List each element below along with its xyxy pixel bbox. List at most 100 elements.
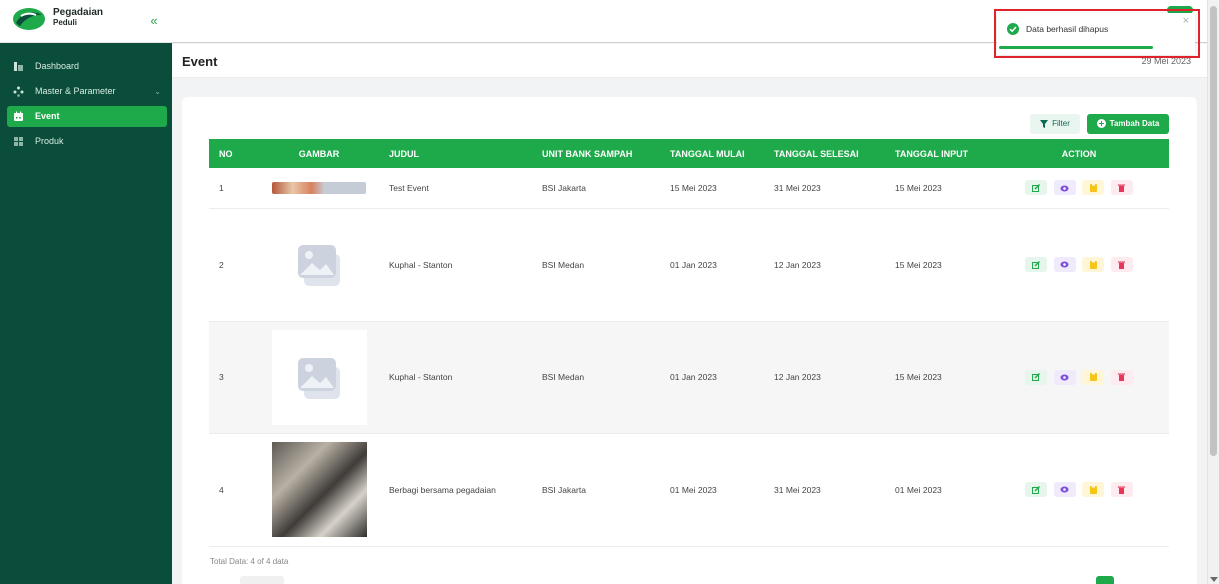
eye-icon bbox=[1060, 486, 1069, 493]
sidebar-item-label: Dashboard bbox=[35, 61, 80, 71]
view-button[interactable] bbox=[1053, 257, 1076, 272]
sidebar-item-dashboard[interactable]: Dashboard bbox=[7, 56, 167, 77]
page-title: Event bbox=[182, 54, 218, 69]
cell-tanggal-selesai: 31 Mei 2023 bbox=[766, 168, 887, 209]
eye-icon bbox=[1060, 261, 1069, 268]
cell-tanggal-mulai: 01 Mei 2023 bbox=[662, 433, 766, 547]
trash-icon bbox=[1118, 373, 1126, 382]
filter-button[interactable]: Filter bbox=[1030, 114, 1080, 134]
table-header-row: NO GAMBAR JUDUL UNIT BANK SAMPAH TANGGAL… bbox=[209, 139, 1169, 168]
column-header-judul[interactable]: JUDUL bbox=[381, 139, 534, 168]
chart-bar-icon bbox=[14, 62, 23, 71]
trash-icon bbox=[1118, 261, 1126, 269]
column-header-tanggal-input[interactable]: TANGGAL INPUT bbox=[887, 139, 989, 168]
cell-unit: BSI Medan bbox=[534, 321, 662, 434]
copy-button[interactable] bbox=[1082, 482, 1105, 497]
cell-judul: Kuphal - Stanton bbox=[381, 208, 534, 322]
cell-no: 4 bbox=[209, 433, 257, 547]
sidebar-nav: Dashboard Master & Parameter ⌄ Event Pro… bbox=[7, 56, 167, 156]
edit-icon bbox=[1032, 373, 1041, 382]
column-header-no[interactable]: NO bbox=[209, 139, 257, 168]
column-header-gambar[interactable]: GAMBAR bbox=[257, 139, 381, 168]
collapse-sidebar-button[interactable]: « bbox=[146, 13, 162, 29]
plus-circle-icon bbox=[1096, 119, 1106, 129]
cell-unit: BSI Jakarta bbox=[534, 433, 662, 547]
edit-button[interactable] bbox=[1025, 369, 1048, 385]
table-row: 4 Berbagi bersama pegadaian BSI Jakarta … bbox=[209, 433, 1169, 547]
add-data-button[interactable]: Tambah Data bbox=[1087, 114, 1169, 134]
column-header-unit[interactable]: UNIT BANK SAMPAH bbox=[534, 139, 662, 168]
cell-tanggal-mulai: 01 Jan 2023 bbox=[662, 321, 766, 434]
sidebar-item-label: Master & Parameter bbox=[35, 86, 116, 96]
event-table: NO GAMBAR JUDUL UNIT BANK SAMPAH TANGGAL… bbox=[209, 139, 1169, 547]
eye-icon bbox=[1060, 374, 1069, 381]
cell-gambar bbox=[257, 168, 381, 209]
eye-icon bbox=[1060, 185, 1069, 191]
column-header-tanggal-mulai[interactable]: TANGGAL MULAI bbox=[662, 139, 766, 168]
cell-tanggal-mulai: 01 Jan 2023 bbox=[662, 208, 766, 322]
cell-no: 3 bbox=[209, 321, 257, 434]
cell-tanggal-input: 15 Mei 2023 bbox=[887, 321, 989, 434]
delete-button[interactable] bbox=[1110, 369, 1133, 385]
event-image[interactable] bbox=[272, 181, 366, 194]
chevron-down-icon: ⌄ bbox=[154, 87, 161, 96]
edit-icon bbox=[1032, 485, 1041, 494]
scroll-down-arrow-icon[interactable] bbox=[1210, 577, 1218, 582]
cell-tanggal-selesai: 12 Jan 2023 bbox=[766, 208, 887, 322]
grid-icon bbox=[14, 137, 23, 146]
cell-unit: BSI Jakarta bbox=[534, 168, 662, 209]
edit-button[interactable] bbox=[1025, 180, 1048, 196]
copy-button[interactable] bbox=[1082, 257, 1105, 272]
edit-button[interactable] bbox=[1025, 482, 1048, 497]
scrollbar-thumb[interactable] bbox=[1210, 6, 1217, 456]
brand-title: Pegadaian bbox=[53, 7, 104, 18]
view-button[interactable] bbox=[1053, 369, 1076, 385]
view-button[interactable] bbox=[1053, 482, 1076, 497]
edit-button[interactable] bbox=[1025, 257, 1048, 272]
trash-icon bbox=[1118, 184, 1126, 192]
cell-unit: BSI Medan bbox=[534, 208, 662, 322]
cell-tanggal-input: 01 Mei 2023 bbox=[887, 433, 989, 547]
view-button[interactable] bbox=[1053, 180, 1076, 196]
delete-button[interactable] bbox=[1110, 482, 1133, 497]
pagination-current-page[interactable] bbox=[1096, 576, 1114, 584]
copy-button[interactable] bbox=[1082, 369, 1105, 385]
edit-icon bbox=[1032, 260, 1041, 269]
cell-gambar bbox=[257, 321, 381, 434]
delete-button[interactable] bbox=[1110, 257, 1133, 272]
cell-no: 1 bbox=[209, 168, 257, 209]
event-photo[interactable] bbox=[271, 442, 367, 537]
image-placeholder-icon[interactable] bbox=[294, 242, 344, 288]
page-scrollbar[interactable] bbox=[1207, 0, 1219, 584]
sidebar-item-master-parameter[interactable]: Master & Parameter ⌄ bbox=[7, 81, 167, 102]
sidebar-item-event[interactable]: Event bbox=[7, 106, 167, 127]
cell-judul: Berbagi bersama pegadaian bbox=[381, 433, 534, 547]
copy-button[interactable] bbox=[1082, 180, 1105, 196]
column-header-tanggal-selesai[interactable]: TANGGAL SELESAI bbox=[766, 139, 887, 168]
database-icon bbox=[13, 86, 24, 97]
highlight-box bbox=[994, 9, 1200, 58]
trash-icon bbox=[1118, 486, 1126, 494]
cell-judul: Test Event bbox=[381, 168, 534, 209]
table-row: 2 Kuphal - Stanton BSI Medan 01 Jan 2023… bbox=[209, 208, 1169, 322]
event-image[interactable] bbox=[271, 329, 367, 425]
cell-tanggal-mulai: 15 Mei 2023 bbox=[662, 168, 766, 209]
column-header-action: ACTION bbox=[989, 139, 1169, 168]
copy-icon bbox=[1089, 485, 1097, 494]
page-size-select[interactable] bbox=[240, 576, 284, 584]
total-data-text: Total Data: 4 of 4 data bbox=[210, 557, 289, 566]
cell-tanggal-selesai: 12 Jan 2023 bbox=[766, 321, 887, 434]
cell-tanggal-input: 15 Mei 2023 bbox=[887, 208, 989, 322]
copy-icon bbox=[1089, 373, 1097, 382]
image-placeholder-icon bbox=[298, 357, 340, 399]
sidebar-item-label: Event bbox=[35, 111, 60, 121]
cell-action bbox=[989, 321, 1169, 434]
cell-judul: Kuphal - Stanton bbox=[381, 321, 534, 434]
cell-tanggal-input: 15 Mei 2023 bbox=[887, 168, 989, 209]
sidebar-item-produk[interactable]: Produk bbox=[7, 131, 167, 152]
delete-button[interactable] bbox=[1110, 180, 1133, 196]
cell-action bbox=[989, 433, 1169, 547]
sidebar: Pegadaian Peduli « Dashboard Master & Pa… bbox=[0, 0, 172, 584]
add-data-label: Tambah Data bbox=[1109, 119, 1160, 128]
edit-icon bbox=[1032, 184, 1041, 192]
